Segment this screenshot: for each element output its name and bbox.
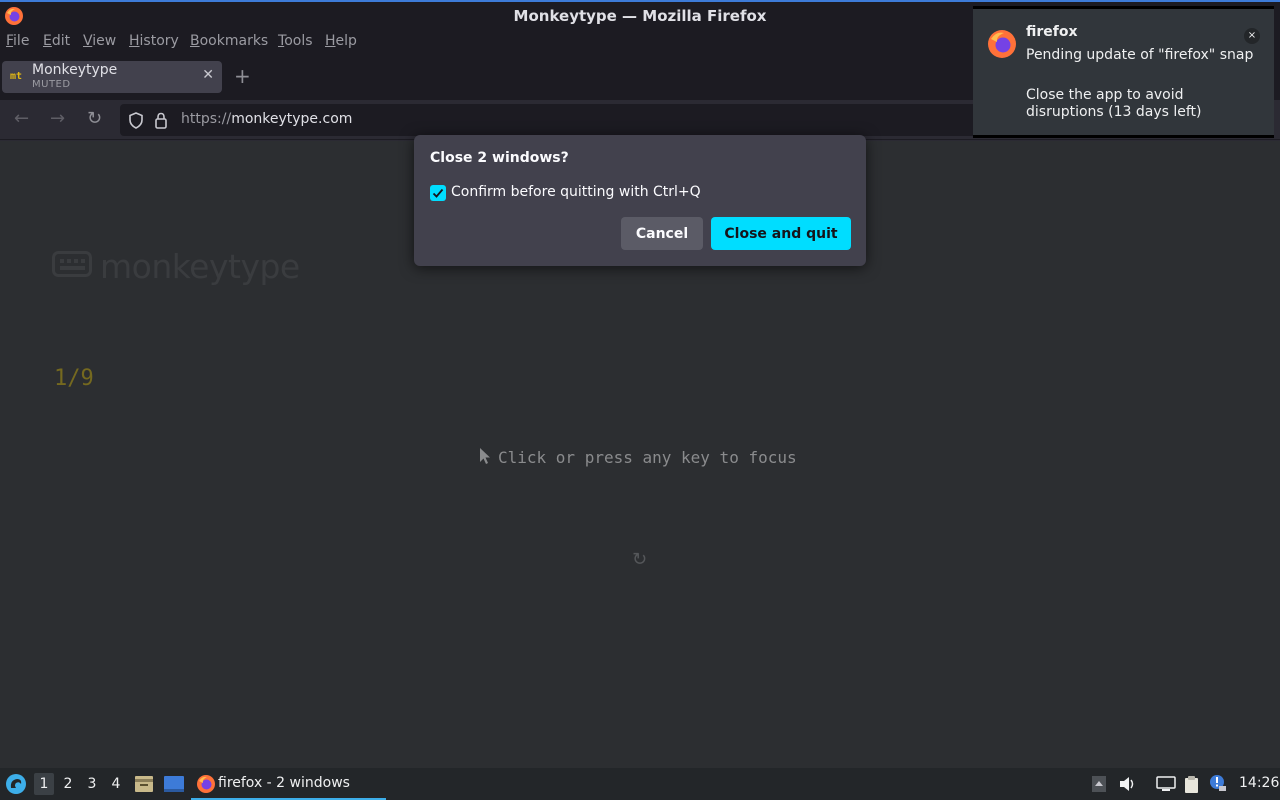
monkeytype-logo-text[interactable]: monkeytype: [100, 247, 300, 286]
forward-button[interactable]: →: [50, 108, 65, 129]
clipboard-icon[interactable]: [1183, 776, 1201, 798]
menu-view[interactable]: View: [83, 33, 116, 49]
checkmark-icon: [432, 188, 444, 198]
tab-close-icon[interactable]: ✕: [202, 67, 214, 83]
taskbar-firefox-task[interactable]: firefox - 2 windows: [191, 768, 386, 800]
clock[interactable]: 14:26: [1239, 775, 1279, 791]
tab-muted-label[interactable]: MUTED: [32, 79, 71, 90]
notification-app-name: firefox: [1026, 24, 1078, 40]
tab-title: Monkeytype: [32, 62, 118, 78]
close-windows-dialog: Close 2 windows? Confirm before quitting…: [414, 135, 866, 266]
network-icon[interactable]: [1156, 776, 1176, 796]
menu-bookmarks[interactable]: Bookmarks: [190, 33, 268, 49]
confirm-quit-checkbox[interactable]: [430, 185, 446, 201]
new-tab-button[interactable]: +: [234, 64, 251, 88]
focus-message-text: Click or press any key to focus: [498, 448, 797, 467]
notification-body: Close the app to avoid disruptions (13 d…: [1026, 87, 1202, 120]
desktop-screen: Monkeytype — Mozilla Firefox File Edit V…: [0, 0, 1280, 800]
focus-message[interactable]: Click or press any key to focus: [478, 447, 797, 469]
monkeytype-favicon-icon: mt: [10, 71, 23, 82]
shield-icon[interactable]: [128, 112, 144, 133]
notification-close-icon[interactable]: ×: [1244, 28, 1260, 44]
close-and-quit-button[interactable]: Close and quit: [711, 217, 851, 250]
menu-tools[interactable]: Tools: [278, 33, 313, 49]
confirm-quit-label[interactable]: Confirm before quitting with Ctrl+Q: [451, 184, 701, 200]
tray-arrow-icon[interactable]: [1092, 776, 1106, 796]
url-scheme: https://: [181, 111, 232, 127]
firefox-icon: [196, 774, 216, 798]
dialog-title: Close 2 windows?: [430, 150, 569, 166]
blurred-words-area: [54, 409, 954, 431]
url-host: monkeytype.com: [231, 111, 353, 127]
menu-history[interactable]: History: [129, 33, 179, 49]
workspace-3[interactable]: 3: [82, 773, 102, 795]
menu-edit[interactable]: Edit: [43, 33, 70, 49]
firefox-icon: [987, 29, 1017, 63]
update-notification[interactable]: firefox × Pending update of "firefox" sn…: [973, 6, 1274, 138]
url-bar[interactable]: https://monkeytype.com: [120, 104, 980, 136]
menu-help[interactable]: Help: [325, 33, 357, 49]
workspace-4[interactable]: 4: [106, 773, 126, 795]
monkeytype-keyboard-logo-icon[interactable]: [52, 251, 92, 281]
taskbar: 1 2 3 4 firefox - 2 windows 14:26: [0, 768, 1280, 800]
notification-summary: Pending update of "firefox" snap: [1026, 47, 1254, 63]
menu-file[interactable]: File: [6, 33, 29, 49]
word-counter: 1/9: [54, 366, 94, 391]
cancel-button[interactable]: Cancel: [621, 217, 703, 250]
workspace-1[interactable]: 1: [34, 773, 54, 795]
volume-icon[interactable]: [1119, 776, 1137, 796]
start-menu-icon[interactable]: [5, 773, 27, 799]
file-manager-icon[interactable]: [134, 774, 154, 798]
tab-monkeytype[interactable]: mt Monkeytype MUTED ✕: [2, 61, 222, 93]
task-label: firefox - 2 windows: [218, 775, 350, 791]
url-text[interactable]: https://monkeytype.com: [181, 111, 352, 127]
workspace-2[interactable]: 2: [58, 773, 78, 795]
show-desktop-icon[interactable]: [163, 775, 185, 797]
reload-button[interactable]: ↻: [87, 108, 102, 129]
lock-icon[interactable]: [154, 112, 168, 133]
update-notifier-icon[interactable]: [1209, 774, 1227, 796]
restart-icon[interactable]: ↻: [632, 549, 647, 570]
back-button[interactable]: ←: [14, 108, 29, 129]
mouse-pointer-icon: [478, 447, 492, 469]
